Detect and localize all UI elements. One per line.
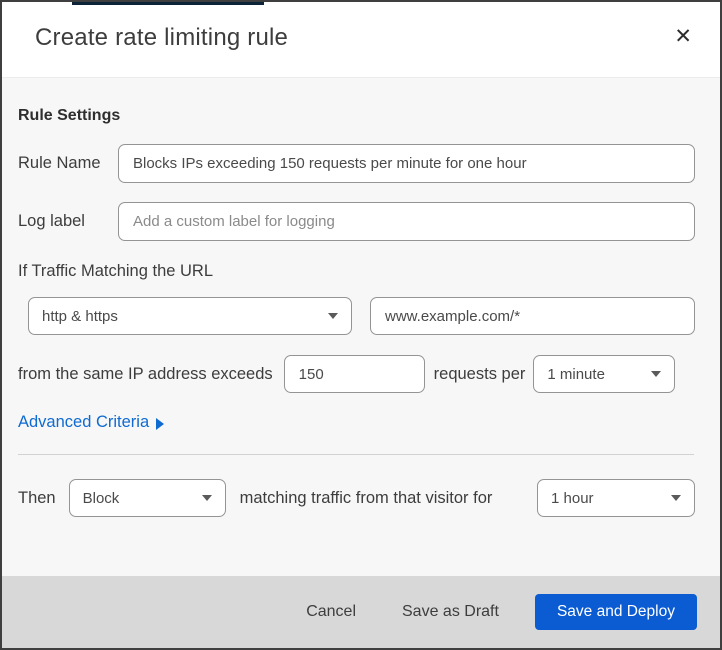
- then-prefix-text: Then: [18, 488, 56, 507]
- traffic-match-row: http & https: [28, 297, 695, 335]
- rule-settings-heading: Rule Settings: [18, 107, 121, 124]
- chevron-down-icon: [671, 495, 681, 501]
- period-select-value: 1 minute: [547, 365, 605, 383]
- advanced-criteria-link[interactable]: Advanced Criteria: [18, 413, 165, 432]
- log-label-row: Log label: [18, 202, 695, 241]
- rule-name-input[interactable]: [118, 144, 695, 183]
- cancel-button[interactable]: Cancel: [288, 595, 374, 629]
- chevron-down-icon: [201, 495, 212, 501]
- log-label-input[interactable]: [118, 202, 695, 241]
- dialog-footer: Cancel Save as Draft Save and Deploy: [2, 576, 720, 648]
- scheme-select-value: http & https: [42, 307, 118, 325]
- save-as-draft-button[interactable]: Save as Draft: [384, 595, 517, 629]
- background-page-sliver: [72, 2, 264, 5]
- rule-name-label: Rule Name: [18, 154, 101, 172]
- url-pattern-input[interactable]: [370, 297, 695, 335]
- scheme-select[interactable]: http & https: [28, 297, 352, 335]
- action-middle-text: matching traffic from that visitor for: [239, 488, 493, 507]
- create-rate-limiting-rule-dialog: Create rate limiting rule ✕ Rule Setting…: [0, 0, 722, 650]
- chevron-down-icon: [651, 371, 662, 377]
- action-select-value: Block: [82, 489, 120, 507]
- dialog-title: Create rate limiting rule: [35, 24, 289, 51]
- traffic-match-heading: If Traffic Matching the URL: [18, 262, 214, 280]
- rule-name-row: Rule Name: [18, 144, 695, 183]
- log-label-label: Log label: [18, 212, 85, 230]
- chevron-down-icon: [328, 313, 338, 319]
- duration-select-value: 1 hour: [551, 489, 594, 507]
- threshold-row: from the same IP address exceeds request…: [18, 355, 695, 393]
- threshold-prefix-text: from the same IP address exceeds: [18, 364, 273, 383]
- close-icon[interactable]: ✕: [664, 20, 702, 53]
- triangle-right-icon: [156, 417, 165, 430]
- advanced-criteria-label: Advanced Criteria: [18, 413, 150, 431]
- dialog-body: Rule Settings Rule Name Log label If Tra…: [2, 78, 720, 576]
- duration-select[interactable]: 1 hour: [537, 479, 695, 517]
- threshold-middle-text: requests per: [433, 364, 526, 383]
- save-and-deploy-button[interactable]: Save and Deploy: [534, 594, 697, 630]
- request-count-input[interactable]: [283, 355, 425, 393]
- dialog-header: Create rate limiting rule ✕: [2, 2, 720, 78]
- period-select[interactable]: 1 minute: [533, 355, 676, 393]
- action-select[interactable]: Block: [68, 479, 226, 517]
- action-row: Then Block matching traffic from that vi…: [18, 479, 695, 517]
- section-divider: [18, 454, 694, 455]
